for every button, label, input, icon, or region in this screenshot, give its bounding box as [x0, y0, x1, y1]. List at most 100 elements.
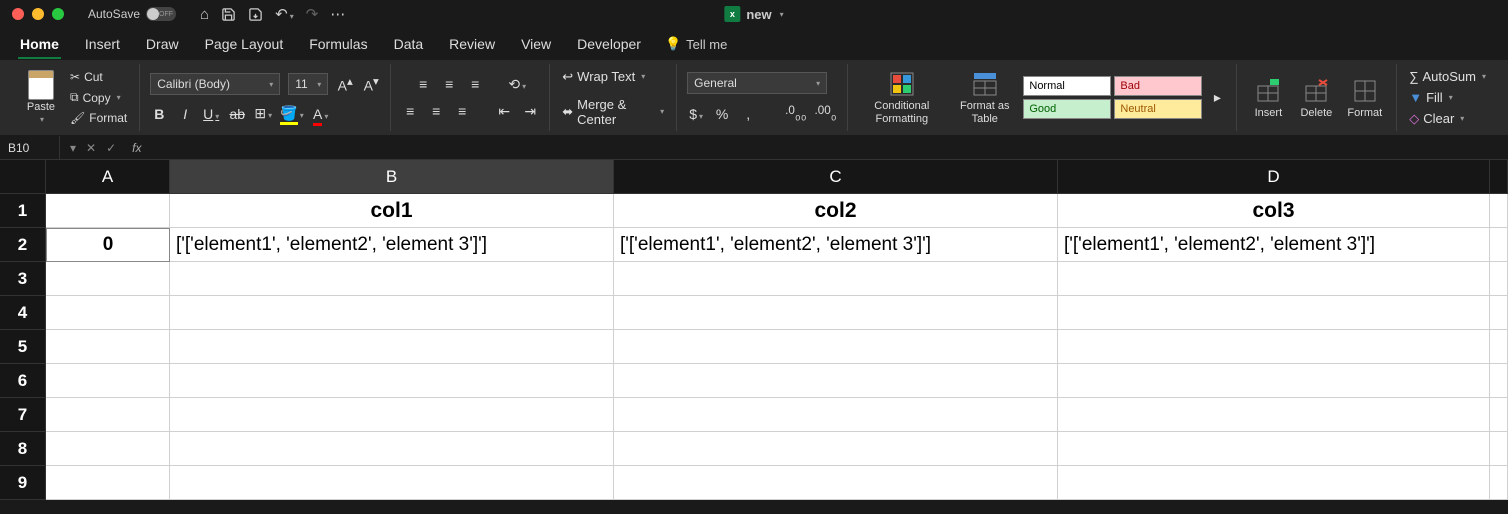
- cell-C9[interactable]: [614, 466, 1058, 500]
- cancel-formula-icon[interactable]: ✕: [86, 141, 96, 155]
- style-normal[interactable]: Normal: [1023, 76, 1111, 96]
- cell-B2[interactable]: ['['element1', 'element2', 'element 3']'…: [170, 228, 614, 262]
- number-format-select[interactable]: General▾: [687, 72, 827, 94]
- row-header-1[interactable]: 1: [0, 194, 46, 228]
- decrease-indent-icon[interactable]: ⇤: [495, 103, 513, 120]
- cell-B1[interactable]: col1: [170, 194, 614, 228]
- format-painter-button[interactable]: 🖌Format: [68, 110, 129, 126]
- cell-E3[interactable]: [1490, 262, 1508, 296]
- cell-A2[interactable]: 0: [46, 228, 170, 262]
- col-header-B[interactable]: B: [170, 160, 614, 194]
- tab-formulas[interactable]: Formulas: [299, 31, 377, 57]
- conditional-formatting-button[interactable]: Conditional Formatting: [858, 68, 947, 126]
- save-as-icon[interactable]: [248, 7, 263, 22]
- cell-B8[interactable]: [170, 432, 614, 466]
- cell-D2[interactable]: ['['element1', 'element2', 'element 3']'…: [1058, 228, 1490, 262]
- border-button[interactable]: ⊞▾: [254, 105, 272, 122]
- cell-D4[interactable]: [1058, 296, 1490, 330]
- paste-button[interactable]: Paste ▾: [20, 69, 62, 126]
- cell-E8[interactable]: [1490, 432, 1508, 466]
- font-name-select[interactable]: Calibri (Body)▾: [150, 73, 280, 95]
- row-header-5[interactable]: 5: [0, 330, 46, 364]
- cell-C4[interactable]: [614, 296, 1058, 330]
- undo-icon[interactable]: ↶▾: [275, 5, 294, 23]
- autosum-button[interactable]: ∑AutoSum▾: [1407, 68, 1488, 85]
- format-cells-button[interactable]: Format: [1343, 75, 1386, 121]
- cell-E4[interactable]: [1490, 296, 1508, 330]
- row-header-6[interactable]: 6: [0, 364, 46, 398]
- font-size-select[interactable]: 11▾: [288, 73, 328, 95]
- comma-icon[interactable]: ,: [739, 106, 757, 122]
- cell-A9[interactable]: [46, 466, 170, 500]
- fill-color-button[interactable]: 🪣▾: [280, 105, 303, 122]
- increase-indent-icon[interactable]: ⇥: [521, 103, 539, 120]
- document-title[interactable]: x new ▾: [724, 6, 783, 22]
- align-bottom-icon[interactable]: ≡: [466, 76, 484, 92]
- delete-cells-button[interactable]: Delete: [1295, 75, 1337, 121]
- wrap-text-button[interactable]: ↩Wrap Text▾: [560, 68, 647, 86]
- col-header-A[interactable]: A: [46, 160, 170, 194]
- row-header-4[interactable]: 4: [0, 296, 46, 330]
- row-header-2[interactable]: 2: [0, 228, 46, 262]
- row-header-7[interactable]: 7: [0, 398, 46, 432]
- style-neutral[interactable]: Neutral: [1114, 99, 1202, 119]
- cell-C7[interactable]: [614, 398, 1058, 432]
- cell-C5[interactable]: [614, 330, 1058, 364]
- styles-more-icon[interactable]: ▸: [1208, 89, 1226, 106]
- style-good[interactable]: Good: [1023, 99, 1111, 119]
- format-as-table-button[interactable]: Format as Table: [952, 68, 1017, 126]
- cut-button[interactable]: ✂Cut: [68, 69, 129, 85]
- more-qat-icon[interactable]: ⋯: [330, 5, 345, 23]
- currency-icon[interactable]: $▾: [687, 106, 705, 122]
- clear-button[interactable]: ◇Clear▾: [1407, 110, 1466, 128]
- row-header-9[interactable]: 9: [0, 466, 46, 500]
- copy-button[interactable]: ⧉Copy▾: [68, 89, 129, 106]
- cell-E9[interactable]: [1490, 466, 1508, 500]
- font-color-button[interactable]: A▾: [312, 106, 330, 122]
- cell-C1[interactable]: col2: [614, 194, 1058, 228]
- style-bad[interactable]: Bad: [1114, 76, 1202, 96]
- tab-draw[interactable]: Draw: [136, 31, 189, 57]
- col-header-C[interactable]: C: [614, 160, 1058, 194]
- cell-C6[interactable]: [614, 364, 1058, 398]
- cell-B3[interactable]: [170, 262, 614, 296]
- orientation-icon[interactable]: ⟲▾: [508, 76, 526, 93]
- cell-E2[interactable]: [1490, 228, 1508, 262]
- save-icon[interactable]: [221, 7, 236, 22]
- strike-button[interactable]: ab: [228, 106, 246, 122]
- cell-A4[interactable]: [46, 296, 170, 330]
- tab-page-layout[interactable]: Page Layout: [195, 31, 294, 57]
- cell-C8[interactable]: [614, 432, 1058, 466]
- home-icon[interactable]: ⌂: [200, 6, 209, 23]
- cell-D7[interactable]: [1058, 398, 1490, 432]
- enter-formula-icon[interactable]: ✓: [106, 141, 116, 155]
- cell-E5[interactable]: [1490, 330, 1508, 364]
- tab-view[interactable]: View: [511, 31, 561, 57]
- cell-C3[interactable]: [614, 262, 1058, 296]
- decrease-font-icon[interactable]: A▾: [362, 74, 380, 94]
- insert-cells-button[interactable]: Insert: [1247, 75, 1289, 121]
- cell-B4[interactable]: [170, 296, 614, 330]
- tab-developer[interactable]: Developer: [567, 31, 651, 57]
- align-center-icon[interactable]: ≡: [427, 103, 445, 119]
- bold-button[interactable]: B: [150, 106, 168, 122]
- cell-B5[interactable]: [170, 330, 614, 364]
- cell-E1[interactable]: [1490, 194, 1508, 228]
- cell-A3[interactable]: [46, 262, 170, 296]
- cell-B6[interactable]: [170, 364, 614, 398]
- namebox-dropdown-icon[interactable]: ▾: [70, 141, 76, 155]
- align-left-icon[interactable]: ≡: [401, 103, 419, 119]
- cell-B7[interactable]: [170, 398, 614, 432]
- italic-button[interactable]: I: [176, 106, 194, 122]
- formula-input[interactable]: [152, 136, 1508, 159]
- fill-button[interactable]: ▼Fill▾: [1407, 89, 1455, 106]
- cell-D9[interactable]: [1058, 466, 1490, 500]
- tab-data[interactable]: Data: [384, 31, 434, 57]
- merge-center-button[interactable]: ⬌Merge & Center▾: [560, 96, 666, 128]
- cell-A7[interactable]: [46, 398, 170, 432]
- cell-A1[interactable]: [46, 194, 170, 228]
- align-middle-icon[interactable]: ≡: [440, 76, 458, 92]
- cell-D8[interactable]: [1058, 432, 1490, 466]
- close-window-button[interactable]: [12, 8, 24, 20]
- align-top-icon[interactable]: ≡: [414, 76, 432, 92]
